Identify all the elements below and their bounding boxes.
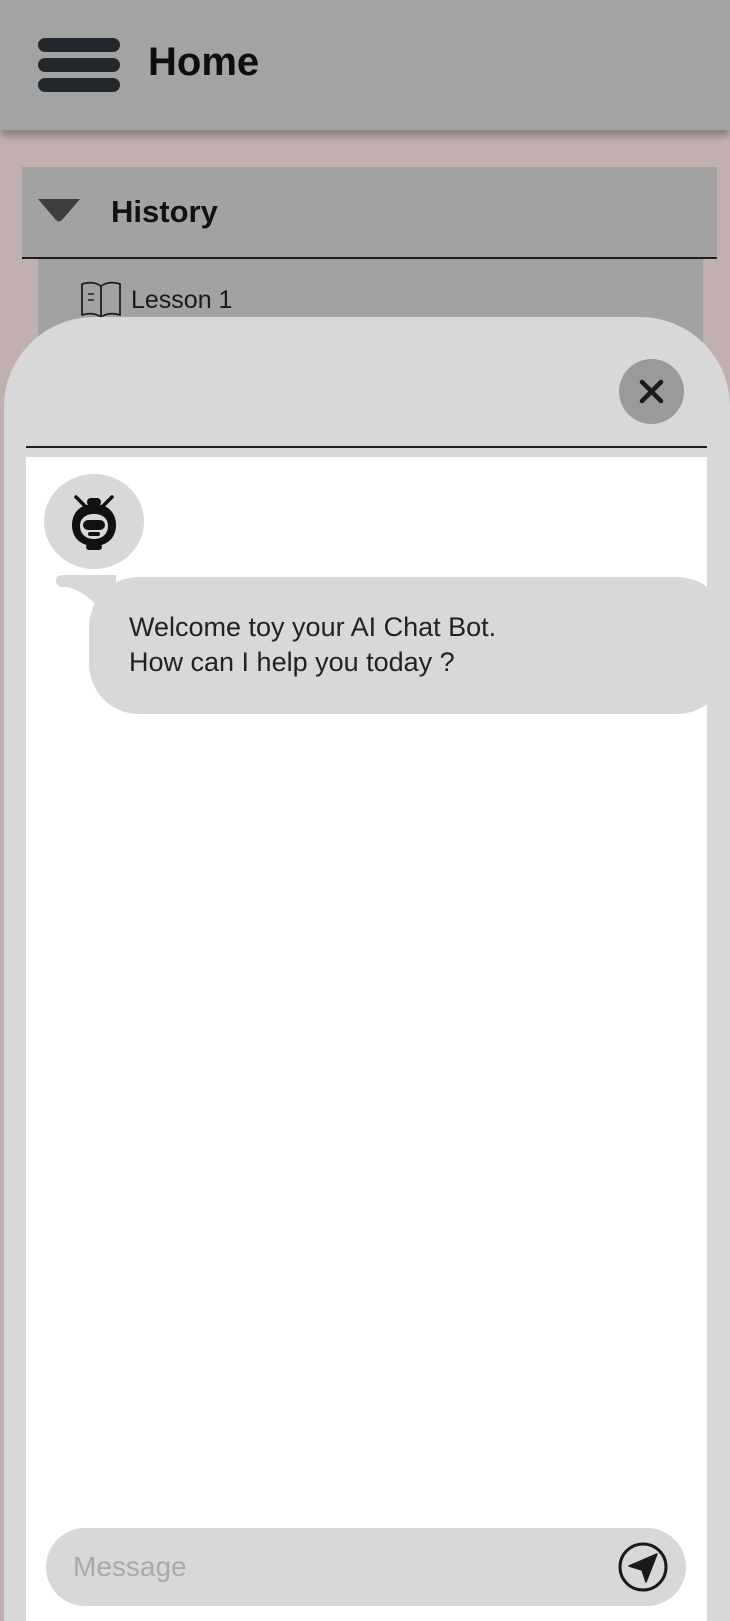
page-title: Home [148,40,260,84]
message-composer [46,1528,686,1606]
send-icon [618,1542,668,1592]
bot-message-text: Welcome toy your AI Chat Bot. How can I … [129,612,497,677]
history-label: History [111,194,218,229]
menu-button[interactable] [38,38,120,93]
app-header: Home [0,0,730,130]
chat-sheet: Welcome toy your AI Chat Bot. How can I … [4,317,730,1621]
sheet-divider [26,446,707,448]
close-icon [639,379,664,404]
send-button[interactable] [618,1542,668,1592]
history-item-label: Lesson 1 [131,286,233,314]
history-toggle[interactable]: History [22,167,717,259]
robot-icon [72,495,116,550]
chat-messages: Welcome toy your AI Chat Bot. How can I … [26,457,727,1621]
bot-message-bubble: Welcome toy your AI Chat Bot. How can I … [89,577,727,714]
message-input[interactable] [73,1542,593,1592]
book-icon [81,281,121,318]
close-chat-button[interactable] [619,359,684,424]
caret-down-icon [38,199,80,222]
bot-avatar [44,474,144,569]
